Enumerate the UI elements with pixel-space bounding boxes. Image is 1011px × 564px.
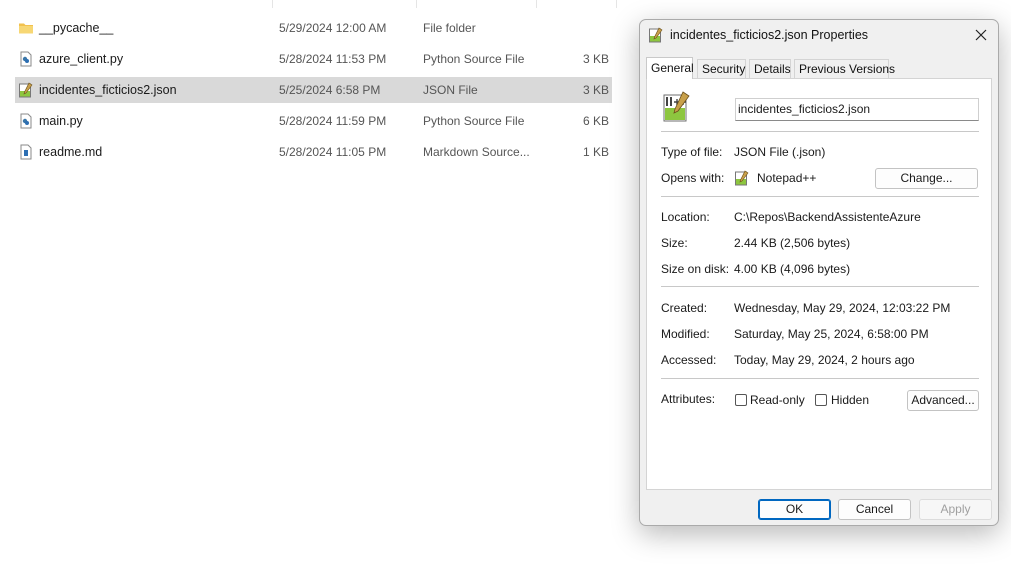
location-label: Location: [661, 210, 710, 224]
file-size: 1 KB [582, 145, 609, 159]
type-value: JSON File (.json) [734, 145, 826, 159]
type-label: Type of file: [661, 145, 723, 159]
modified-value: Saturday, May 25, 2024, 6:58:00 PM [734, 327, 929, 341]
location-value: C:\Repos\BackendAssistenteAzure [734, 210, 921, 224]
read-only-label[interactable]: Read-only [750, 393, 805, 407]
file-row[interactable]: main.py 5/28/2024 11:59 PM Python Source… [15, 108, 612, 134]
column-separator[interactable] [416, 0, 417, 8]
accessed-label: Accessed: [661, 353, 717, 367]
apply-button[interactable]: Apply [919, 499, 992, 520]
notepad-plus-plus-icon [648, 27, 664, 43]
divider [661, 378, 979, 379]
python-file-icon [18, 113, 34, 129]
file-row[interactable]: azure_client.py 5/28/2024 11:53 PM Pytho… [15, 46, 612, 72]
created-value: Wednesday, May 29, 2024, 12:03:22 PM [734, 301, 951, 315]
file-type: Markdown Source... [423, 145, 530, 159]
properties-dialog: incidentes_ficticios2.json Properties Ge… [639, 19, 999, 526]
advanced-button[interactable]: Advanced... [907, 390, 979, 411]
file-name: main.py [39, 114, 83, 128]
file-name: __pycache__ [39, 21, 114, 35]
change-button[interactable]: Change... [875, 168, 978, 189]
cancel-button[interactable]: Cancel [838, 499, 911, 520]
size-value: 2.44 KB (2,506 bytes) [734, 236, 851, 250]
filename-field[interactable]: incidentes_ficticios2.json [735, 98, 979, 121]
created-label: Created: [661, 301, 708, 315]
file-size: 3 KB [582, 83, 609, 97]
file-type: Python Source File [423, 52, 525, 66]
size-label: Size: [661, 236, 688, 250]
file-row[interactable]: readme.md 5/28/2024 11:05 PM Markdown So… [15, 139, 612, 165]
file-date: 5/29/2024 12:00 AM [279, 21, 387, 35]
notepad-plus-plus-icon [734, 170, 750, 186]
file-name: readme.md [39, 145, 103, 159]
markdown-file-icon [18, 144, 34, 160]
dialog-title: incidentes_ficticios2.json Properties [670, 28, 869, 42]
tab-general[interactable]: General [646, 57, 694, 79]
accessed-value: Today, May 29, 2024, 2 hours ago [734, 353, 915, 367]
tab-details[interactable]: Details [749, 59, 791, 78]
file-size: 6 KB [582, 114, 609, 128]
size-on-disk-label: Size on disk: [661, 262, 730, 276]
notepad-plus-plus-icon [661, 91, 693, 123]
file-name: incidentes_ficticios2.json [39, 83, 177, 97]
hidden-checkbox[interactable] [815, 394, 827, 406]
file-row-selected[interactable]: incidentes_ficticios2.json 5/25/2024 6:5… [15, 77, 612, 103]
size-on-disk-value: 4.00 KB (4,096 bytes) [734, 262, 851, 276]
divider [661, 196, 979, 197]
column-separator[interactable] [272, 0, 273, 8]
file-type: Python Source File [423, 114, 525, 128]
file-row[interactable]: __pycache__ 5/29/2024 12:00 AM File fold… [15, 15, 612, 41]
file-date: 5/28/2024 11:53 PM [279, 52, 387, 66]
close-icon [975, 29, 987, 41]
read-only-checkbox[interactable] [735, 394, 747, 406]
file-date: 5/28/2024 11:59 PM [279, 114, 387, 128]
divider [661, 286, 979, 287]
ok-button[interactable]: OK [758, 499, 831, 520]
tab-previous-versions[interactable]: Previous Versions [794, 59, 895, 78]
file-name: azure_client.py [39, 52, 124, 66]
opens-with-value: Notepad++ [757, 171, 817, 185]
file-type: JSON File [423, 83, 478, 97]
opens-with-label: Opens with: [661, 171, 725, 185]
close-button[interactable] [970, 25, 992, 45]
file-type: File folder [423, 21, 476, 35]
column-separator[interactable] [536, 0, 537, 8]
tab-security[interactable]: Security [697, 59, 746, 78]
general-panel: incidentes_ficticios2.json Type of file:… [646, 78, 992, 490]
divider [661, 131, 979, 132]
column-separator[interactable] [616, 0, 617, 8]
python-file-icon [18, 51, 34, 67]
attributes-label: Attributes: [661, 392, 716, 406]
modified-label: Modified: [661, 327, 710, 341]
file-date: 5/25/2024 6:58 PM [279, 83, 381, 97]
file-size: 3 KB [582, 52, 609, 66]
file-date: 5/28/2024 11:05 PM [279, 145, 387, 159]
hidden-label[interactable]: Hidden [831, 393, 869, 407]
folder-icon [18, 20, 34, 36]
notepad-plus-plus-icon [18, 82, 34, 98]
